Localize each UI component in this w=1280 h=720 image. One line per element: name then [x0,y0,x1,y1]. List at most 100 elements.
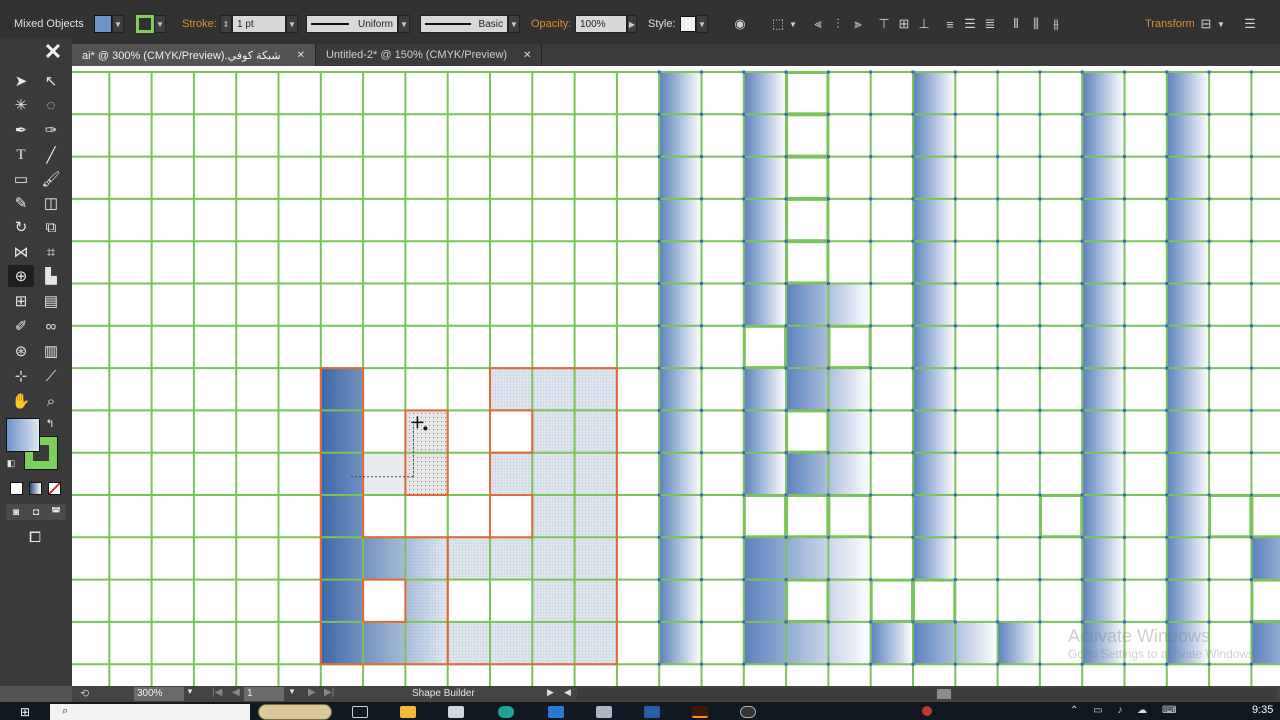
scrollbar-thumb[interactable] [937,689,951,699]
first-artboard-icon[interactable]: |◀ [212,687,222,698]
align-to-arrow-icon[interactable]: ▼ [788,15,798,33]
browser-icon[interactable] [498,706,514,718]
tab-document-1[interactable]: شبكة كوفي.ai* @ 300% (CMYK/Preview) ✕ [72,44,316,66]
distribute-horizontal-center-icon[interactable]: ⫼ [1026,15,1046,33]
distribute-right-icon[interactable]: ⫵ [1046,15,1066,33]
photos-icon[interactable] [596,706,612,718]
opacity-arrow-icon[interactable]: ▶ [627,15,637,33]
store-icon[interactable] [448,706,464,718]
fill-color-box[interactable] [6,418,40,452]
windows-start-icon[interactable]: ⊞ [20,705,30,719]
align-top-icon[interactable]: ⊤ [874,15,894,33]
style-swatch[interactable] [680,16,696,32]
eraser-tool-icon[interactable]: ◫ [38,192,64,214]
word-icon[interactable] [644,706,660,718]
artboard-dropdown-icon[interactable]: ▼ [288,687,296,696]
close-icon[interactable]: ✕ [297,50,305,61]
align-vertical-center-icon[interactable]: ⊞ [894,15,914,33]
recolor-artwork-icon[interactable]: ◉ [730,15,750,33]
slice-tool-icon[interactable]: ⟋ [38,365,64,387]
align-to-selection-icon[interactable]: ⬚ [768,15,788,33]
distribute-left-icon[interactable]: ⫴ [1006,15,1026,33]
stroke-weight-dropdown-icon[interactable]: ▼ [286,15,298,33]
free-transform-tool-icon[interactable]: ⌗ [38,241,64,263]
zoom-dropdown-icon[interactable]: ▼ [186,687,194,696]
shape-builder-tool-icon[interactable]: ⊕ [8,265,34,287]
swap-colors-icon[interactable]: ↰ [42,416,58,430]
align-bottom-icon[interactable]: ⊥ [914,15,934,33]
color-mode-none-icon[interactable] [48,482,61,495]
rotate-tool-icon[interactable]: ↻ [8,216,34,238]
stroke-swatch[interactable] [136,15,154,33]
stroke-profile-arrow-icon[interactable]: ▼ [398,15,410,33]
line-segment-tool-icon[interactable]: ╱ [38,144,64,166]
artwork[interactable] [72,66,1280,686]
tab-document-2[interactable]: Untitled-2* @ 150% (CMYK/Preview) ✕ [316,44,543,66]
align-horizontal-center-icon[interactable]: ⫶ [828,15,848,33]
stroke-weight-stepper-icon[interactable]: ⇕ [220,15,232,33]
selection-tool-icon[interactable]: ➤ [8,70,34,92]
system-tray-icons[interactable]: ⌃ ▭ ♪ ☁ ⌨ [1070,705,1182,716]
file-explorer-icon[interactable] [400,706,416,718]
opacity-field[interactable]: 100% [575,15,627,33]
curvature-tool-icon[interactable]: ✑ [38,119,64,141]
mail-icon[interactable] [548,706,564,718]
pen-tool-icon[interactable]: ✒ [8,119,34,141]
stroke-weight-field[interactable]: 1 pt [232,15,286,33]
lasso-tool-icon[interactable]: ◌ [38,94,64,116]
eyedropper-tool-icon[interactable]: ✐ [8,315,34,337]
fill-swatch[interactable] [94,15,112,33]
zoom-tool-icon[interactable]: ⌕ [38,390,64,412]
width-tool-icon[interactable]: ⋈ [8,241,34,263]
scroll-left-icon[interactable]: ◀ [564,687,571,698]
distribute-vertical-center-icon[interactable]: ☰ [960,15,980,33]
type-tool-icon[interactable]: T [8,144,34,166]
paintbrush-tool-icon[interactable]: 🖌 [38,168,64,190]
next-artboard-icon[interactable]: ▶ [308,687,316,698]
horizontal-scrollbar[interactable] [577,688,1277,700]
previous-artboard-icon[interactable]: ◀ [232,687,240,698]
isolate-arrow-icon[interactable]: ▼ [1216,15,1226,33]
align-left-icon[interactable]: ⫷ [808,15,828,33]
column-graph-tool-icon[interactable]: ▥ [38,340,64,362]
brush-dropdown[interactable]: Basic [420,15,508,33]
draw-behind-icon[interactable]: ◘ [27,505,45,519]
zoom-field[interactable]: 300% [134,687,184,701]
direct-selection-tool-icon[interactable]: ↖ [38,70,64,92]
pinned-app-badge-icon[interactable] [258,704,332,720]
taskbar-search-box[interactable]: ⌕ [50,704,250,720]
blend-tool-icon[interactable]: ∞ [38,315,64,337]
illustrator-icon[interactable] [692,706,708,718]
screen-mode-icon[interactable]: ⧠ [22,526,48,548]
rectangle-tool-icon[interactable]: ▭ [8,168,34,190]
panel-menu-icon[interactable]: ☰ [1240,15,1260,33]
opacity-label[interactable]: Opacity: [531,18,571,30]
pencil-tool-icon[interactable]: ✎ [8,192,34,214]
draw-normal-icon[interactable]: ◙ [7,505,25,519]
draw-inside-icon[interactable]: ◚ [47,505,65,519]
color-mode-color-icon[interactable] [10,482,23,495]
artboard-tool-icon[interactable]: ⊹ [8,365,34,387]
fill-dropdown-icon[interactable]: ▼ [112,15,124,33]
hand-tool-icon[interactable]: ✋ [8,390,34,412]
status-menu-icon[interactable]: ▶ [547,687,554,698]
align-right-icon[interactable]: ⫸ [848,15,868,33]
mesh-tool-icon[interactable]: ⊞ [8,290,34,312]
task-view-icon[interactable] [352,706,368,718]
close-icon[interactable]: ✕ [523,50,531,61]
media-player-icon[interactable] [740,706,756,718]
stroke-profile-dropdown[interactable]: Uniform [306,15,398,33]
distribute-top-icon[interactable]: ≡ [940,15,960,33]
artboard-canvas[interactable]: Activate Windows Go to Settings to activ… [72,66,1280,686]
transform-link[interactable]: Transform [1145,18,1195,30]
isolate-selection-icon[interactable]: ⊟ [1196,15,1216,33]
brush-arrow-icon[interactable]: ▼ [508,15,520,33]
style-arrow-icon[interactable]: ▼ [696,15,708,33]
scale-tool-icon[interactable]: ⧉ [38,216,64,238]
distribute-bottom-icon[interactable]: ≣ [980,15,1000,33]
stroke-label[interactable]: Stroke: [182,18,217,30]
default-colors-icon[interactable]: ◧ [4,456,18,470]
live-paint-bucket-icon[interactable]: ▙ [38,265,64,287]
symbol-sprayer-tool-icon[interactable]: ⊛ [8,340,34,362]
stroke-dropdown-icon[interactable]: ▼ [154,15,166,33]
